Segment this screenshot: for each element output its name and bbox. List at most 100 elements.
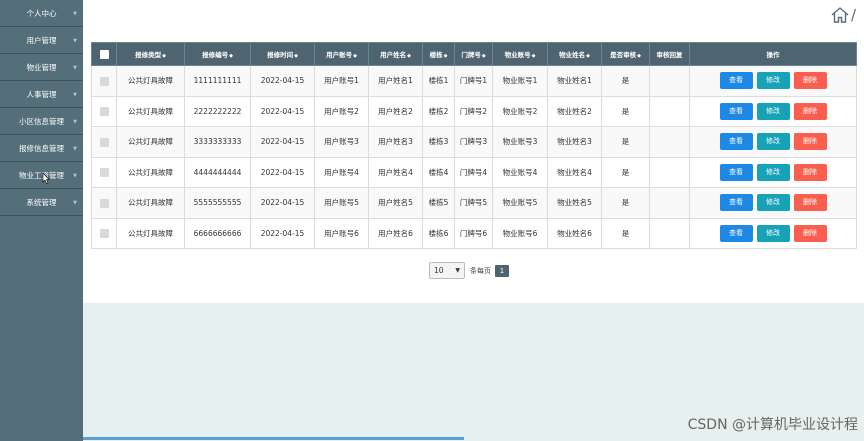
row-checkbox[interactable]	[99, 229, 109, 238]
table-cell: 门牌号1	[454, 65, 493, 97]
edit-button[interactable]: 修改	[756, 133, 790, 151]
view-button[interactable]: 查看	[719, 133, 753, 151]
sort-icon: ◆	[637, 53, 641, 59]
table-cell: 2022-04-15	[250, 187, 315, 219]
sidebar-item-label: 人事管理	[26, 89, 57, 99]
per-page-label: 条每页	[470, 266, 491, 275]
view-button[interactable]: 查看	[719, 163, 753, 181]
table-row: 公共灯具故障 1111111111 2022-04-15 用户账号1 用户姓名1 楼栋1 门…	[91, 65, 857, 97]
table-cell	[649, 217, 690, 249]
table-cell: 2022-04-15	[250, 156, 315, 188]
sidebar-item-property-management[interactable]: 物业管理 ▼	[0, 54, 83, 81]
edit-button[interactable]: 修改	[756, 72, 790, 90]
select-all-checkbox-cell[interactable]	[91, 42, 117, 66]
view-button[interactable]: 查看	[719, 72, 753, 90]
page-size-select[interactable]: 10 ▼	[429, 262, 465, 279]
scrollbar[interactable]	[83, 437, 464, 440]
table-cell: 楼栋1	[422, 65, 455, 97]
table-cell: 物业姓名4	[547, 156, 602, 188]
page-number-current[interactable]: 1	[495, 264, 509, 277]
column-header[interactable]: 用户账号◆	[314, 42, 369, 66]
table-cell: 楼栋6	[422, 217, 455, 249]
row-checkbox-cell[interactable]	[91, 95, 117, 127]
table-cell: 用户账号6	[314, 217, 369, 249]
sort-icon: ◆	[586, 53, 590, 59]
main-content: / 报修类型◆ 报修编号◆ 报修时间◆ 用户账号◆ 用户姓名◆ 楼栋◆ 门牌号◆…	[83, 0, 864, 303]
row-checkbox-cell[interactable]	[91, 126, 117, 158]
delete-button[interactable]: 删除	[793, 224, 827, 242]
column-header[interactable]: 物业姓名◆	[547, 42, 602, 66]
sidebar-item-repair-info[interactable]: 报修信息管理 ▼	[0, 135, 83, 162]
actions-cell: 查看 修改 删除	[689, 156, 857, 188]
table-cell: 楼栋5	[422, 187, 455, 219]
sort-icon: ◆	[531, 53, 536, 59]
edit-button[interactable]: 修改	[756, 102, 790, 120]
row-checkbox[interactable]	[99, 137, 109, 147]
row-checkbox-cell[interactable]	[91, 187, 117, 219]
row-checkbox[interactable]	[99, 198, 109, 208]
view-button[interactable]: 查看	[719, 224, 753, 242]
table-cell	[649, 126, 690, 158]
table-cell: 是	[601, 95, 650, 127]
table-cell: 用户姓名4	[368, 156, 423, 188]
sidebar-item-personal-center[interactable]: 个人中心 ▼	[0, 0, 83, 27]
column-header[interactable]: 报修编号◆	[184, 42, 251, 66]
select-all-checkbox[interactable]	[99, 49, 109, 59]
delete-button[interactable]: 删除	[793, 194, 827, 212]
edit-button[interactable]: 修改	[756, 163, 790, 181]
sidebar-item-user-management[interactable]: 用户管理 ▼	[0, 27, 83, 54]
column-header[interactable]: 是否审核◆	[601, 42, 650, 66]
sort-icon: ◆	[229, 53, 233, 59]
row-checkbox-cell[interactable]	[91, 156, 117, 188]
row-checkbox-cell[interactable]	[91, 65, 117, 97]
table-cell: 2022-04-15	[250, 65, 315, 97]
sidebar-item-hr-management[interactable]: 人事管理 ▼	[0, 81, 83, 108]
repair-table: 报修类型◆ 报修编号◆ 报修时间◆ 用户账号◆ 用户姓名◆ 楼栋◆ 门牌号◆ 物…	[91, 42, 857, 249]
row-checkbox[interactable]	[99, 168, 109, 177]
table-cell: 用户姓名6	[368, 217, 423, 249]
column-header[interactable]: 报修类型◆	[116, 42, 185, 66]
row-checkbox-cell[interactable]	[91, 217, 117, 249]
table-cell: 用户账号3	[314, 126, 369, 158]
sort-icon: ◆	[443, 53, 448, 59]
delete-button[interactable]: 删除	[793, 72, 827, 90]
table-cell: 用户账号5	[314, 187, 369, 219]
delete-button[interactable]: 删除	[793, 102, 827, 120]
column-header[interactable]: 物业账号◆	[492, 42, 548, 66]
sidebar: 个人中心 ▼ 用户管理 ▼ 物业管理 ▼ 人事管理 ▼ 小区信息管理 ▼ 报修信息管理 ▼ …	[0, 0, 83, 441]
table-cell: 楼栋2	[422, 95, 455, 127]
table-cell: 用户账号2	[314, 95, 369, 127]
view-button[interactable]: 查看	[719, 194, 753, 212]
table-cell: 门牌号4	[454, 156, 493, 188]
table-cell: 楼栋3	[422, 126, 455, 158]
view-button[interactable]: 查看	[719, 102, 753, 120]
table-cell: 物业账号5	[492, 187, 548, 219]
table-cell: 是	[601, 156, 650, 188]
column-header[interactable]: 用户姓名◆	[368, 42, 423, 66]
sidebar-item-system-management[interactable]: 系统管理 ▼	[0, 189, 83, 216]
row-checkbox[interactable]	[99, 107, 109, 116]
edit-button[interactable]: 修改	[756, 224, 790, 242]
chevron-down-icon: ▼	[73, 119, 77, 125]
table-header-row: 报修类型◆ 报修编号◆ 报修时间◆ 用户账号◆ 用户姓名◆ 楼栋◆ 门牌号◆ 物…	[91, 42, 857, 66]
sidebar-item-community-info[interactable]: 小区信息管理 ▼	[0, 108, 83, 135]
table-cell: 2022-04-15	[250, 95, 315, 127]
home-icon[interactable]	[831, 7, 849, 23]
chevron-down-icon: ▼	[73, 65, 77, 71]
actions-cell: 查看 修改 删除	[689, 217, 857, 249]
delete-button[interactable]: 删除	[793, 163, 827, 181]
column-header[interactable]: 报修时间◆	[250, 42, 315, 66]
row-checkbox[interactable]	[99, 76, 109, 86]
delete-button[interactable]: 删除	[793, 133, 827, 151]
column-header[interactable]: 门牌号◆	[454, 42, 493, 66]
table-cell: 物业姓名6	[547, 217, 602, 249]
sidebar-item-label: 小区信息管理	[19, 116, 64, 126]
table-cell: 物业账号1	[492, 65, 548, 97]
column-header[interactable]: 楼栋◆	[422, 42, 455, 66]
column-header[interactable]: 审核回复	[649, 42, 690, 66]
table-cell: 4444444444	[184, 156, 251, 188]
table-cell: 是	[601, 65, 650, 97]
chevron-down-icon: ▼	[73, 38, 77, 44]
edit-button[interactable]: 修改	[756, 194, 790, 212]
watermark: CSDN @计算机毕业设计程	[687, 417, 858, 433]
